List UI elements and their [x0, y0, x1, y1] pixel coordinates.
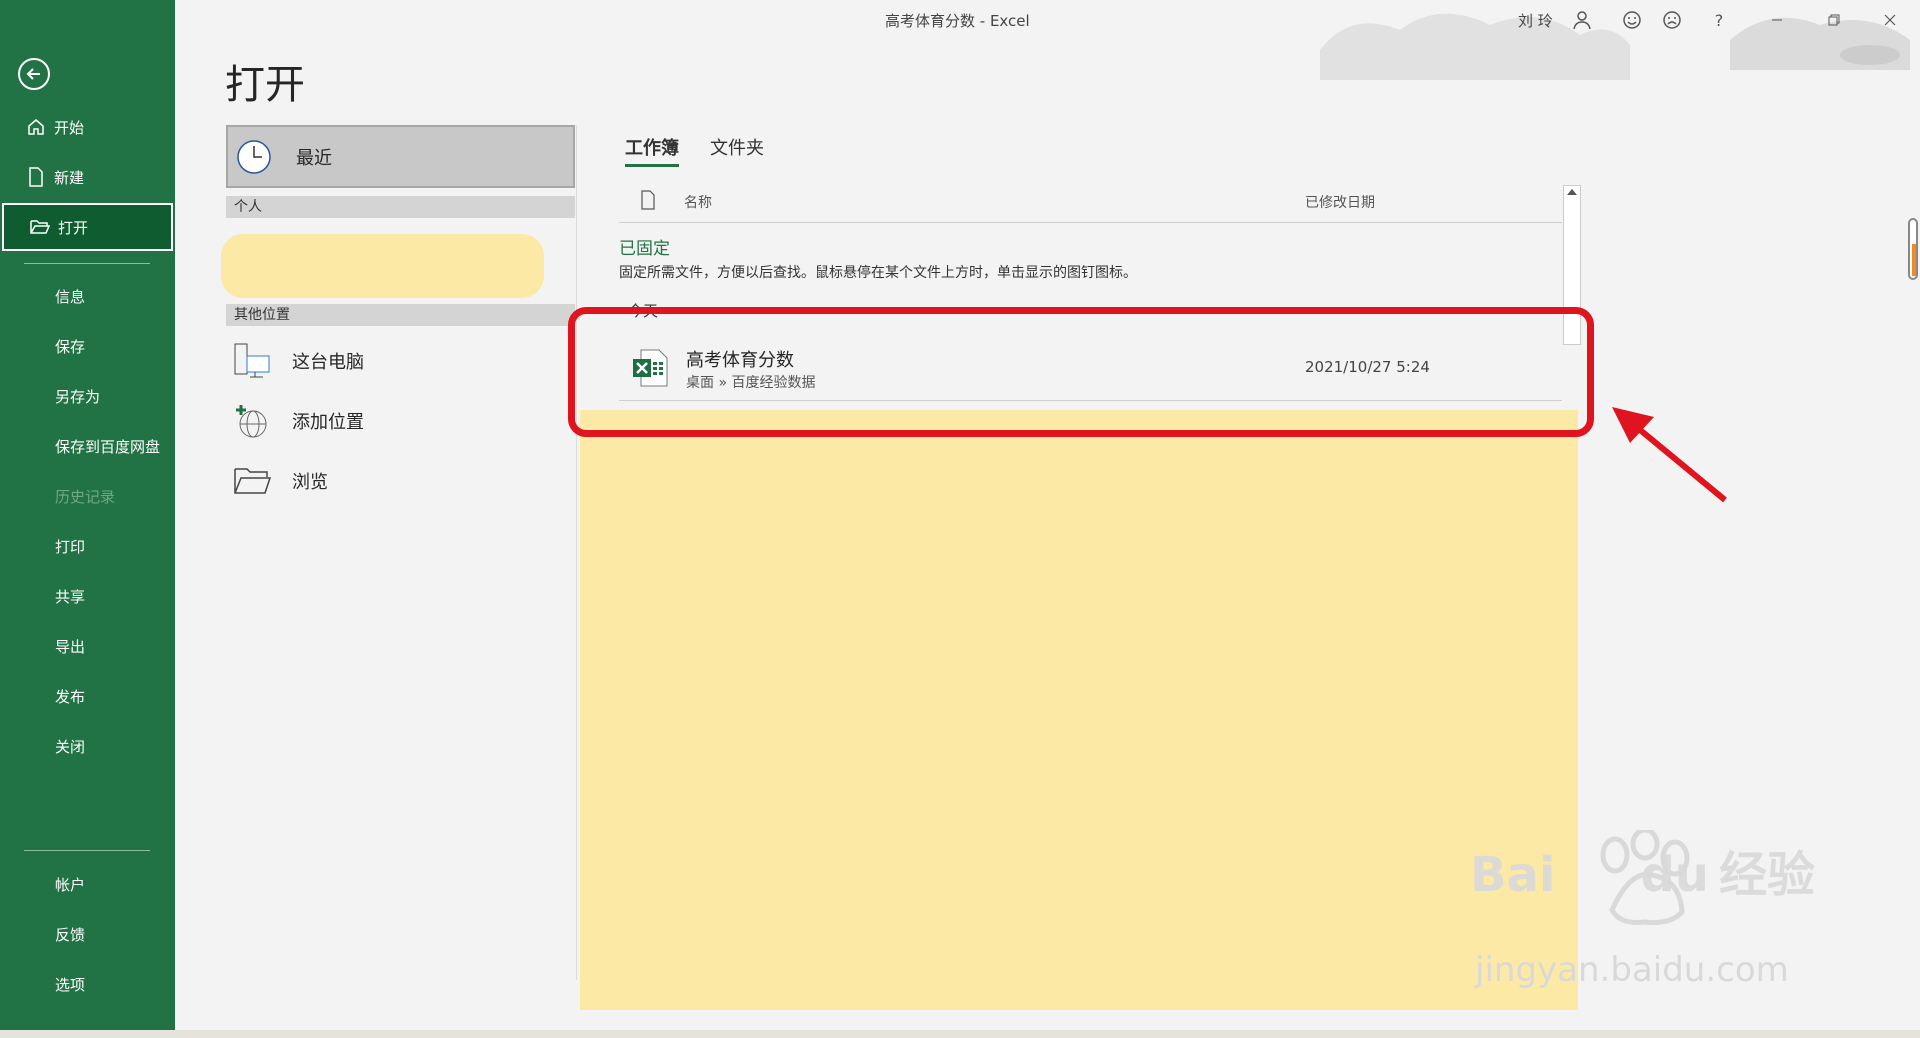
- person-icon[interactable]: [1570, 8, 1594, 32]
- folder-icon: [232, 461, 272, 501]
- backstage-sidebar: 开始 新建 打开 信息 保存 另存为 保存到百度网盘 历史记录 打印 共享 导出…: [0, 0, 175, 1030]
- nav-save[interactable]: 保存: [0, 322, 175, 370]
- pinned-title: 已固定: [619, 239, 670, 259]
- user-name[interactable]: 刘 玲: [1518, 10, 1553, 31]
- pane-divider: [576, 125, 577, 980]
- page-title: 打开: [225, 62, 305, 108]
- nav-new[interactable]: 新建: [0, 153, 175, 201]
- file-list-highlight-area: [580, 410, 1578, 1010]
- nav-open[interactable]: 打开: [2, 203, 173, 251]
- location-add-place[interactable]: 添加位置: [232, 397, 364, 445]
- computer-icon: [232, 341, 272, 381]
- watermark-bai: Bai: [1470, 847, 1556, 903]
- nav-options[interactable]: 选项: [0, 960, 175, 1008]
- frown-icon[interactable]: [1660, 8, 1684, 32]
- home-icon: [24, 115, 48, 139]
- annotation-box: [568, 307, 1594, 437]
- recent-label: 最近: [296, 147, 332, 169]
- watermark-text: Bai du 经验: [1470, 835, 1815, 905]
- folder-open-icon: [28, 215, 52, 239]
- tab-folders[interactable]: 文件夹: [710, 134, 764, 160]
- nav-home[interactable]: 开始: [0, 103, 175, 151]
- scroll-up-icon[interactable]: [1567, 189, 1577, 195]
- back-button[interactable]: [18, 58, 50, 90]
- location-add-place-label: 添加位置: [292, 412, 364, 433]
- arrow-left-icon: [26, 68, 40, 80]
- column-header-date[interactable]: 已修改日期: [1305, 192, 1375, 212]
- personal-location-highlight: [221, 234, 544, 298]
- nav-save-as[interactable]: 另存为: [0, 372, 175, 420]
- watermark-du: du: [1640, 847, 1709, 903]
- nav-info[interactable]: 信息: [0, 272, 175, 320]
- add-location-icon: [232, 401, 272, 441]
- nav-account[interactable]: 帐户: [0, 860, 175, 908]
- file-icon: [24, 165, 48, 189]
- location-this-pc[interactable]: 这台电脑: [232, 337, 364, 385]
- header-divider: [619, 222, 1562, 223]
- nav-close[interactable]: 关闭: [0, 722, 175, 770]
- location-browse[interactable]: 浏览: [232, 457, 328, 505]
- scroll-thumb[interactable]: [1912, 244, 1916, 276]
- recent-location[interactable]: 最近: [226, 125, 575, 188]
- file-type-column-icon: [641, 190, 655, 210]
- other-locations-header: 其他位置: [226, 304, 575, 326]
- bottom-strip: [0, 1030, 1920, 1038]
- nav-publish[interactable]: 发布: [0, 672, 175, 720]
- minimize-icon[interactable]: [1765, 8, 1789, 32]
- location-this-pc-label: 这台电脑: [292, 352, 364, 373]
- annotation-arrow-icon: [1612, 407, 1727, 503]
- column-header-name[interactable]: 名称: [684, 192, 712, 212]
- page-scrollbar[interactable]: [1908, 218, 1918, 280]
- window-title: 高考体育分数 - Excel: [885, 12, 1030, 30]
- watermark-jingyan: 经验: [1718, 847, 1815, 903]
- sidebar-divider: [24, 263, 150, 264]
- watermark-url: jingyan.baidu.com: [1475, 950, 1789, 990]
- sidebar-divider: [24, 850, 150, 851]
- nav-export[interactable]: 导出: [0, 622, 175, 670]
- restore-icon[interactable]: [1822, 8, 1846, 32]
- help-button[interactable]: ?: [1707, 8, 1731, 32]
- clock-icon: [237, 139, 271, 174]
- tab-workbooks[interactable]: 工作簿: [625, 134, 679, 167]
- pinned-description: 固定所需文件，方便以后查找。鼠标悬停在某个文件上方时，单击显示的图钉图标。: [619, 265, 1137, 281]
- nav-save-to-baidu[interactable]: 保存到百度网盘: [0, 422, 175, 470]
- close-icon[interactable]: [1878, 8, 1902, 32]
- personal-header: 个人: [226, 196, 575, 218]
- location-browse-label: 浏览: [292, 472, 328, 493]
- nav-share[interactable]: 共享: [0, 572, 175, 620]
- nav-print[interactable]: 打印: [0, 522, 175, 570]
- nav-feedback[interactable]: 反馈: [0, 910, 175, 958]
- smile-icon[interactable]: [1620, 8, 1644, 32]
- nav-history: 历史记录: [55, 487, 116, 506]
